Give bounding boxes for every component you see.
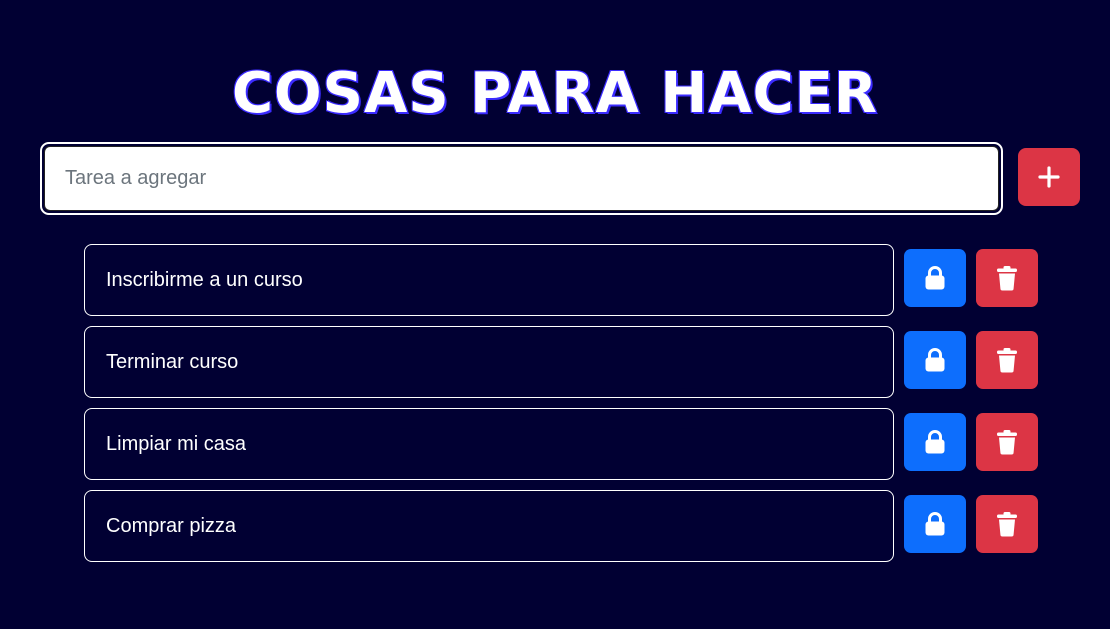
delete-task-button[interactable] [976, 413, 1038, 471]
delete-task-button[interactable] [976, 249, 1038, 307]
trash-icon [996, 429, 1018, 455]
task-row: Inscribirme a un curso [84, 244, 1044, 316]
add-task-button[interactable] [1018, 148, 1080, 206]
lock-icon [923, 347, 947, 373]
lock-icon [923, 429, 947, 455]
task-item: Limpiar mi casa [84, 408, 894, 480]
lock-task-button[interactable] [904, 331, 966, 389]
lock-icon [923, 511, 947, 537]
trash-icon [996, 265, 1018, 291]
task-input[interactable] [44, 146, 999, 211]
delete-task-button[interactable] [976, 331, 1038, 389]
lock-task-button[interactable] [904, 413, 966, 471]
task-label: Comprar pizza [106, 514, 237, 537]
task-row: Terminar curso [84, 326, 1044, 398]
task-item: Terminar curso [84, 326, 894, 398]
task-label: Limpiar mi casa [106, 432, 247, 455]
task-list: Inscribirme a un curso Terminar curso Li… [84, 244, 1044, 572]
task-label: Terminar curso [106, 350, 239, 373]
task-input-wrapper [40, 142, 1003, 215]
lock-task-button[interactable] [904, 249, 966, 307]
plus-icon [1037, 165, 1061, 189]
page-title: COSAS PARA HACER [231, 61, 879, 126]
task-item: Comprar pizza [84, 490, 894, 562]
task-row: Limpiar mi casa [84, 408, 1044, 480]
task-row: Comprar pizza [84, 490, 1044, 562]
task-item: Inscribirme a un curso [84, 244, 894, 316]
trash-icon [996, 511, 1018, 537]
delete-task-button[interactable] [976, 495, 1038, 553]
trash-icon [996, 347, 1018, 373]
lock-task-button[interactable] [904, 495, 966, 553]
task-label: Inscribirme a un curso [106, 268, 303, 291]
lock-icon [923, 265, 947, 291]
